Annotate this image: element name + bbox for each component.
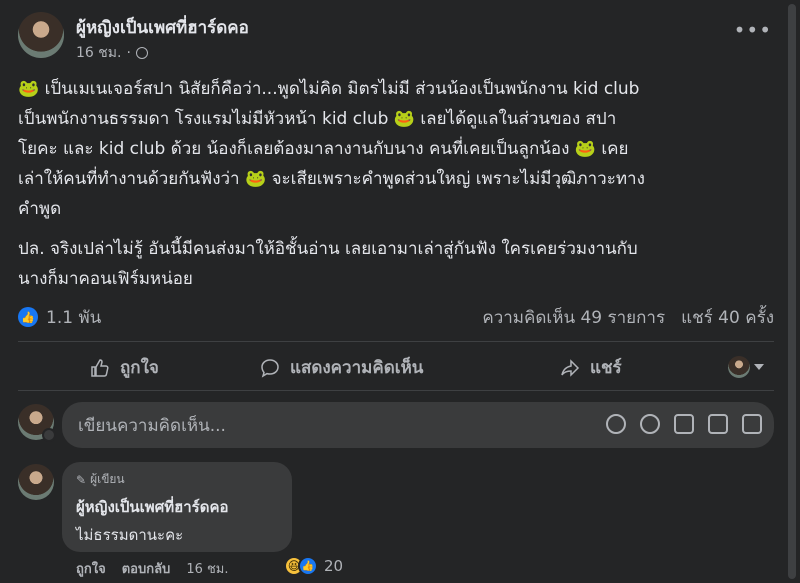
globe-icon [135,47,148,59]
post-time[interactable]: 16 ชม. [76,42,121,64]
avatar-sticker-icon[interactable] [606,414,626,434]
post-card: ผู้หญิงเป็นเพศที่ฮาร์ดคอ 16 ชม. · ••• 🐸 … [0,0,784,583]
comment-count[interactable]: ความคิดเห็น 49 รายการ [482,304,665,331]
comment-bubble: ✎ ผู้เขียน ผู้หญิงเป็นเพศที่ฮาร์ดคอ ไม่ธ… [62,462,292,552]
comment-text: ไม่ธรรมดานะคะ [76,526,184,544]
comment-placeholder: เขียนความคิดเห็น... [78,415,226,436]
post-paragraph-1: 🐸 เป็นเมเนเจอร์สปา นิสัยก็คือว่า...พูดไม… [18,79,645,219]
meta-dot: · [126,45,131,61]
comment-like-button[interactable]: ถูกใจ [76,558,106,579]
comment-actions: ถูกใจ ตอบกลับ 16 ชม. [76,558,229,579]
like-count[interactable]: 1.1 พัน [46,304,101,331]
gif-icon[interactable] [708,414,728,434]
share-label: แชร์ [590,358,622,378]
comment-reactions[interactable]: 😆 👍 20 [284,556,343,576]
scrollbar[interactable] [784,0,800,583]
comment-button[interactable]: แสดงความคิดเห็น [260,354,423,381]
post-body: 🐸 เป็นเมเนเจอร์สปา นิสัยก็คือว่า...พูดไม… [18,74,768,294]
comment-label: แสดงความคิดเห็น [290,358,424,378]
comment-reply-button[interactable]: ตอบกลับ [122,558,171,579]
more-options-icon[interactable]: ••• [734,18,772,42]
post-author[interactable]: ผู้หญิงเป็นเพศที่ฮาร์ดคอ [76,14,249,41]
author-badge: ✎ ผู้เขียน [76,470,278,489]
post-actions: ถูกใจ แสดงความคิดเห็น แชร์ [18,344,774,388]
stats-right: ความคิดเห็น 49 รายการ แชร์ 40 ครั้ง [482,304,774,331]
post-header: ผู้หญิงเป็นเพศที่ฮาร์ดคอ 16 ชม. · ••• [18,12,784,61]
share-count[interactable]: แชร์ 40 ครั้ง [681,304,774,331]
comment-time[interactable]: 16 ชม. [186,558,228,579]
thumbs-up-icon [91,358,109,377]
composer-tools [606,414,762,434]
sticker-icon[interactable] [742,414,762,434]
share-button[interactable]: แชร์ [560,354,622,381]
profile-switch-icon[interactable] [42,428,56,442]
comment-item: ✎ ผู้เขียน ผู้หญิงเป็นเพศที่ฮาร์ดคอ ไม่ธ… [18,462,774,583]
comment-input[interactable]: เขียนความคิดเห็น... [62,402,774,448]
comment-composer: เขียนความคิดเห็น... [18,402,774,448]
like-label: ถูกใจ [120,358,159,378]
like-reaction-icon: 👍 [298,556,318,576]
post-paragraph-2: ปล. จริงเปล่าไม่รู้ อันนี้มีคนส่งมาให้อิ… [18,239,638,289]
divider [18,390,774,391]
share-icon [561,358,580,377]
profile-avatar [728,356,750,378]
reaction-count: 20 [324,557,344,575]
comment-author[interactable]: ผู้หญิงเป็นเพศที่ฮาร์ดคอ [76,495,278,519]
reaction-profile-picker[interactable] [728,356,764,378]
commenter-avatar[interactable] [18,464,54,500]
like-reaction-icon[interactable]: 👍 [18,307,38,327]
comment-icon [261,358,279,378]
author-badge-label: ผู้เขียน [90,472,125,486]
scrollbar-thumb[interactable] [788,4,796,579]
divider [18,341,774,342]
post-stats: 👍 1.1 พัน ความคิดเห็น 49 รายการ แชร์ 40 … [18,302,774,332]
chevron-down-icon [754,364,764,370]
emoji-icon[interactable] [640,414,660,434]
post-meta: 16 ชม. · [76,42,148,64]
author-avatar[interactable] [18,12,64,58]
pencil-icon: ✎ [76,472,87,487]
camera-icon[interactable] [674,414,694,434]
like-button[interactable]: ถูกใจ [90,354,159,381]
